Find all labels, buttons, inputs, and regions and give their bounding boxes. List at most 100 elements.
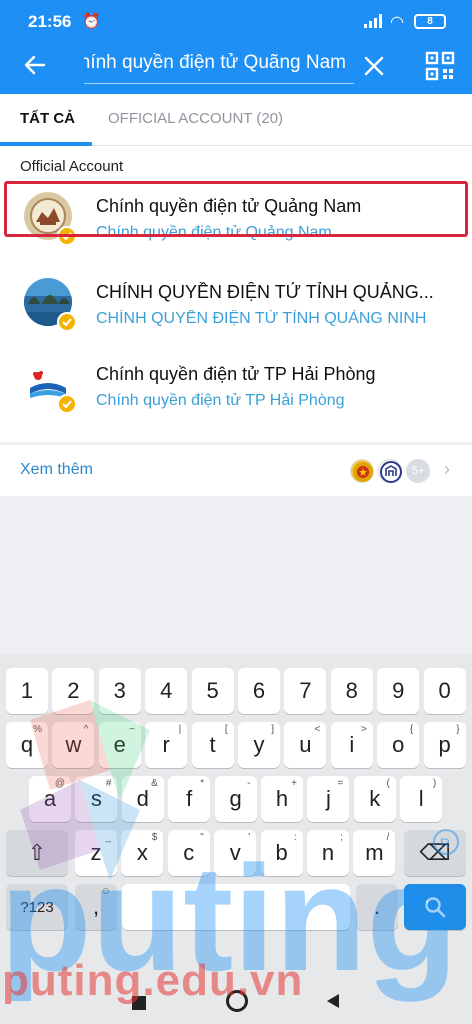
key-4[interactable]: 4 <box>145 668 188 714</box>
key-z[interactable]: z _ <box>75 830 117 876</box>
more-count-badge: 5+ <box>406 459 430 483</box>
result-title: Chính quyền điện tử Quảng Nam <box>96 196 362 216</box>
key-8[interactable]: 8 <box>330 668 373 714</box>
key-hint: ~ <box>128 724 135 735</box>
search-input[interactable]: Chính quyền điện tử Quãng Nam <box>84 52 346 74</box>
key-hint: | <box>178 724 182 735</box>
arrow-left-icon <box>24 55 46 75</box>
key-label: 2 <box>67 678 80 703</box>
key-r[interactable]: r | <box>145 722 188 768</box>
key-k[interactable]: k( <box>353 776 396 822</box>
key-t[interactable]: t[ <box>191 722 234 768</box>
result-title: CHÍNH QUYỀN ĐIỆN TỬ TỈNH QUẢNG... <box>96 282 434 302</box>
back-button[interactable] <box>16 46 54 84</box>
symbols-key[interactable]: ?123 <box>6 884 68 930</box>
key-label: 5 <box>206 678 219 703</box>
key-u[interactable]: u < <box>284 722 327 768</box>
key-hint: " <box>200 832 204 843</box>
key-hint: % <box>33 724 42 735</box>
key-d[interactable]: d & <box>121 776 164 822</box>
qr-code-icon[interactable] <box>424 50 456 82</box>
key-c[interactable]: c " <box>167 830 210 876</box>
tab-official-account[interactable]: OFFICIAL ACCOUNT (20) <box>108 110 283 127</box>
key-p[interactable]: p} <box>423 722 466 768</box>
hanoi-logo-icon <box>378 459 402 483</box>
key-q[interactable]: q% <box>6 722 48 768</box>
key-6[interactable]: 6 <box>238 668 280 714</box>
key-e[interactable]: e ~ <box>98 722 141 768</box>
key-l[interactable]: l) <box>400 776 443 822</box>
result-title: Chính quyền điện tử TP Hải Phòng <box>96 364 376 384</box>
search-field[interactable]: Chính quyền điện tử Quãng Nam <box>84 48 354 84</box>
key-hint: + <box>291 778 297 789</box>
space-key[interactable] <box>122 884 350 930</box>
verified-badge-icon <box>57 226 77 246</box>
top-bar: 21:56 ⏰ ◠ 8 Chính quyền điện tử Quãng Na… <box>0 0 472 94</box>
key-b[interactable]: b: <box>260 830 303 876</box>
key-hint: < <box>314 724 321 735</box>
shift-icon: ⇧ <box>27 840 47 865</box>
result-subtitle: Chính quyền điện tử TP Hải Phòng <box>96 392 345 409</box>
system-nav-bar <box>0 984 472 1024</box>
recent-apps-button[interactable] <box>132 996 146 1010</box>
key-3[interactable]: 3 <box>98 668 141 714</box>
key-hint: ; <box>340 832 343 843</box>
result-item-hai-phong[interactable]: Chính quyền điện tử TP Hải Phòng Chính q… <box>0 346 472 428</box>
key-g[interactable]: g- <box>214 776 257 822</box>
home-button[interactable] <box>226 990 248 1012</box>
key-i[interactable]: i > <box>330 722 373 768</box>
key-label: k <box>369 786 381 811</box>
search-enter-key[interactable] <box>404 884 466 930</box>
key-label: f <box>186 786 193 811</box>
key-o[interactable]: o{ <box>377 722 420 768</box>
key-label: 9 <box>392 678 405 703</box>
key-f[interactable]: f * <box>168 776 211 822</box>
key-w[interactable]: w ^ <box>52 722 95 768</box>
key-0[interactable]: 0 <box>423 668 466 714</box>
verified-badge-icon <box>57 394 77 414</box>
result-subtitle: Chính quyền điện tử Quảng Nam <box>96 224 332 241</box>
key-label: y <box>253 732 265 757</box>
key-hint: / <box>386 832 390 843</box>
key-2[interactable]: 2 <box>52 668 95 714</box>
key-label: z <box>90 840 102 865</box>
key-9[interactable]: 9 <box>377 668 420 714</box>
tab-all[interactable]: TẤT CẢ <box>20 110 75 127</box>
key-label: b <box>275 840 288 865</box>
key-hint: * <box>200 778 205 789</box>
key-1[interactable]: 1 <box>6 668 48 714</box>
status-time: 21:56 <box>28 12 72 31</box>
key-x[interactable]: x $ <box>121 830 164 876</box>
see-more-row[interactable]: Xem thêm 5+ › <box>0 444 472 496</box>
key-label: i <box>349 732 355 757</box>
key-hint: > <box>360 724 367 735</box>
key-y[interactable]: y] <box>238 722 280 768</box>
on-screen-keyboard: 1 2 3 4 5 6 7 8 9 0 q% w ^ e ~ r | t[y] u < i > o{p} a @ s # d & f * g -… <box>0 654 472 984</box>
backspace-key[interactable]: ⌫ <box>404 830 466 876</box>
shift-key[interactable]: ⇧ <box>6 830 68 876</box>
key-label: g <box>229 786 242 811</box>
key-h[interactable]: h + <box>261 776 303 822</box>
clear-search-button[interactable] <box>358 50 390 82</box>
key-s[interactable]: s # <box>75 776 118 822</box>
result-item-quang-ninh[interactable]: CHÍNH QUYỀN ĐIỆN TỬ TỈNH QUẢNG... CHÍNH … <box>0 264 472 346</box>
key-hint: [ <box>224 724 228 735</box>
key-n[interactable]: n; <box>307 830 349 876</box>
result-subtitle: CHÍNH QUYỀN ĐIỆN TỬ TỈNH QUẢNG NINH <box>96 310 427 327</box>
key-a[interactable]: a @ <box>29 776 71 822</box>
key-v[interactable]: v ' <box>214 830 257 876</box>
comma-key[interactable]: , ☺ <box>75 884 117 930</box>
key-label: . <box>373 894 381 919</box>
key-label: s <box>90 786 102 811</box>
key-hint: ( <box>386 778 390 789</box>
key-5[interactable]: 5 <box>191 668 234 714</box>
wifi-icon: ◠ <box>390 14 404 31</box>
key-j[interactable]: j = <box>307 776 350 822</box>
key-7[interactable]: 7 <box>284 668 327 714</box>
period-key[interactable]: . <box>356 884 398 930</box>
key-label: d <box>136 786 149 811</box>
result-item-quang-nam[interactable]: Chính quyền điện tử Quảng Nam Chính quyề… <box>0 178 472 260</box>
key-m[interactable]: m / <box>353 830 396 876</box>
back-nav-icon[interactable] <box>324 992 342 1010</box>
search-results: Official Account Chính quyền điện tử Quả… <box>0 146 472 496</box>
